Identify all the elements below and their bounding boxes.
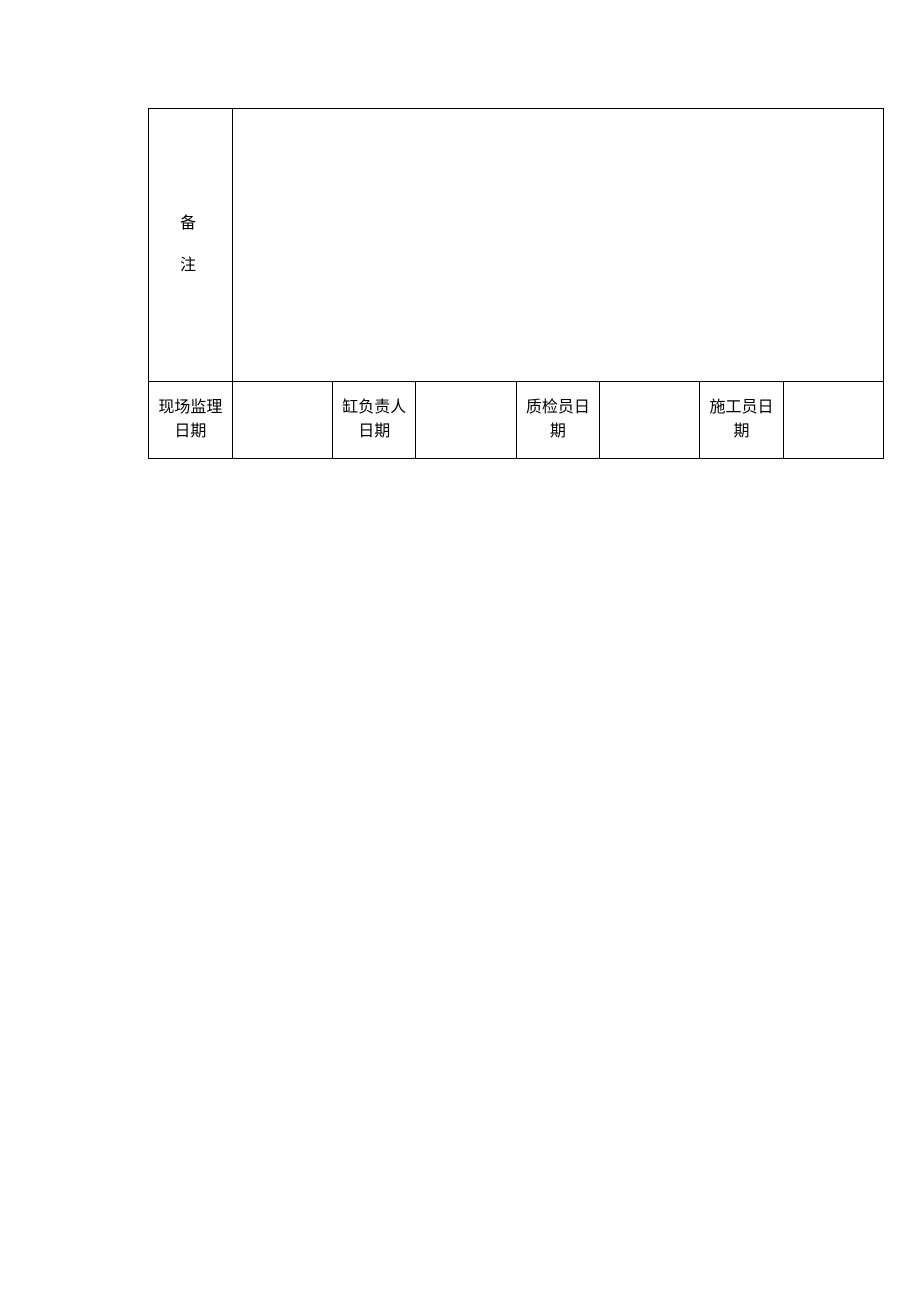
sig-label-qc-date: 质检员日期 [516,382,599,459]
remark-label-cell: 备 注 [149,109,233,382]
sig-value-qc-date [600,382,700,459]
sig-value-leader-date [416,382,516,459]
signature-row: 现场监理日期 缸负责人日期 质检员日期 施工员日期 [149,382,884,459]
form-table: 备 注 现场监理日期 缸负责人日期 质检员日期 施工员日期 [148,108,884,459]
remark-label-char1: 备 [153,212,228,236]
remark-content-cell [232,109,883,382]
sig-value-supervisor-date [232,382,332,459]
remark-label-char2: 注 [153,254,228,278]
sig-label-leader-date: 缸负责人日期 [333,382,416,459]
sig-label-supervisor-date: 现场监理日期 [149,382,233,459]
sig-label-constructor-date: 施工员日期 [700,382,783,459]
sig-value-constructor-date [783,382,883,459]
remark-row: 备 注 [149,109,884,382]
